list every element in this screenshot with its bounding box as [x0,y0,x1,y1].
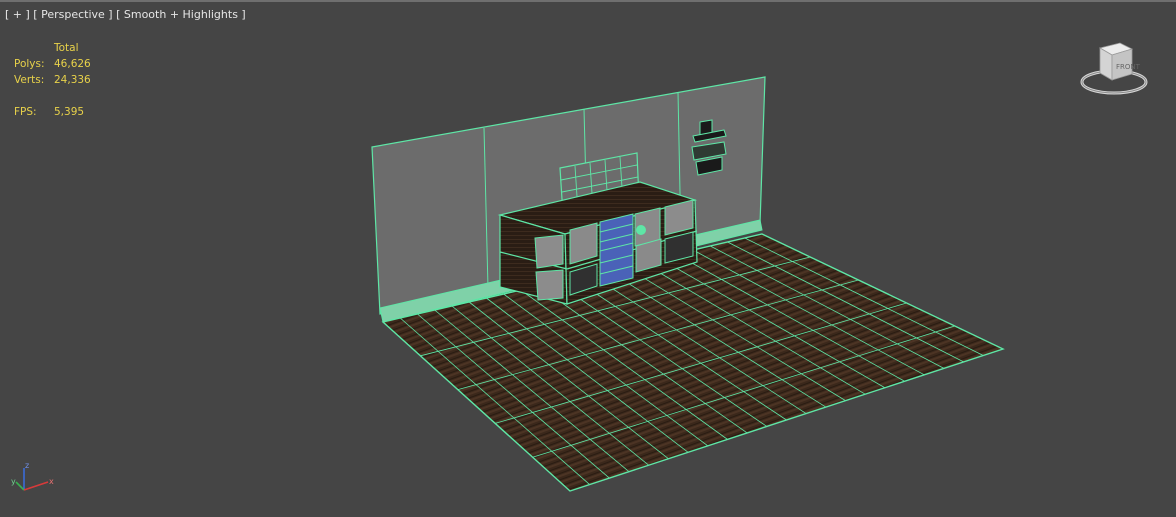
viewcube-icon[interactable]: FRONT [1078,38,1150,100]
viewcube-face-label: FRONT [1116,63,1141,71]
axis-tripod-icon: z y x [11,461,54,491]
scene-render[interactable] [0,2,1176,517]
axis-z-label: z [25,461,29,470]
perspective-viewport[interactable]: [ + ] [ Perspective ] [ Smooth + Highlig… [0,0,1176,517]
axis-x-label: x [49,477,54,486]
axis-y-label: y [11,477,16,486]
